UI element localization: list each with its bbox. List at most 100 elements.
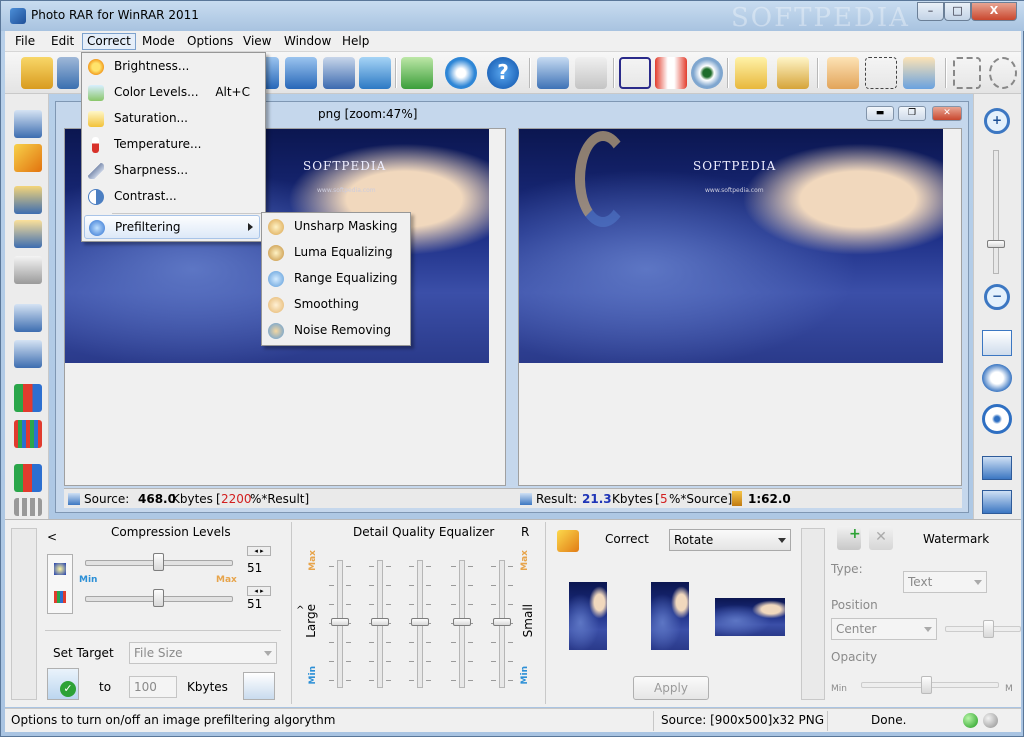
minimize-button[interactable]: –	[917, 2, 944, 21]
menu-mode[interactable]: Mode	[138, 33, 179, 50]
send-mail-icon[interactable]	[401, 57, 433, 89]
image-window-icon[interactable]	[537, 57, 569, 89]
menu-view[interactable]: View	[239, 33, 275, 50]
watermark-position-combo[interactable]: Center	[831, 618, 937, 640]
preview-eye-icon[interactable]	[691, 57, 723, 89]
save-as-icon[interactable]	[285, 57, 317, 89]
equalizer-tick	[346, 661, 351, 662]
equalizer-slider-thumb[interactable]	[411, 617, 429, 626]
submenu-item-noise[interactable]: Noise Removing	[264, 319, 408, 343]
grayscale-icon[interactable]	[14, 256, 42, 284]
equalizer-tick	[369, 642, 374, 643]
apply-target-icon[interactable]: ✓	[47, 668, 79, 700]
submenu-item-unsharp[interactable]: Unsharp Masking	[264, 215, 408, 239]
info-icon[interactable]	[445, 57, 477, 89]
crop-icon[interactable]	[619, 57, 651, 89]
tile-windows-icon[interactable]	[982, 456, 1012, 480]
split-icon[interactable]	[14, 304, 42, 332]
merge-icon[interactable]	[14, 340, 42, 368]
rotate-ccw-thumbnail[interactable]	[569, 582, 607, 650]
menu-options[interactable]: Options	[183, 33, 237, 50]
zoom-out-icon[interactable]: −	[984, 284, 1010, 310]
result-image-pane[interactable]: SOFTPEDIA www.softpedia.com	[518, 128, 962, 486]
compression-mode-icons[interactable]	[47, 554, 73, 614]
bars-gray-icon[interactable]	[14, 498, 42, 516]
menu-item-saturation[interactable]: Saturation...	[84, 107, 260, 131]
doc-close-button[interactable]: ✕	[932, 106, 962, 121]
open-folder-icon[interactable]	[21, 57, 53, 89]
equalizer-slider-thumb[interactable]	[453, 617, 471, 626]
convert-icon[interactable]	[14, 186, 42, 214]
magic-wand-icon[interactable]	[14, 144, 42, 172]
menu-item-color-levels[interactable]: Color Levels... Alt+C	[84, 81, 260, 105]
menu-item-prefiltering[interactable]: Prefiltering	[84, 215, 260, 239]
maximize-button[interactable]: □	[944, 2, 971, 21]
compression-value-1[interactable]: 51	[243, 558, 275, 578]
menu-item-sharpness[interactable]: Sharpness...	[84, 159, 260, 183]
lock-image-icon[interactable]	[14, 220, 42, 248]
collapse-arrow[interactable]: <	[47, 530, 57, 544]
menu-item-temperature[interactable]: Temperature...	[84, 133, 260, 157]
edit-sign-icon[interactable]	[777, 57, 809, 89]
copy-icon[interactable]	[575, 57, 607, 89]
submenu-item-smoothing[interactable]: Smoothing	[264, 293, 408, 317]
zoom-slider-thumb[interactable]	[987, 240, 1005, 248]
equalizer-slider-thumb[interactable]	[331, 617, 349, 626]
export-icon[interactable]	[359, 57, 391, 89]
resize-icon[interactable]	[655, 57, 687, 89]
doc-minimize-button[interactable]: ▬	[866, 106, 894, 121]
compression-value-2[interactable]: 51	[243, 594, 275, 614]
fit-window-icon[interactable]	[982, 330, 1012, 356]
ellipse-select-icon[interactable]	[989, 57, 1017, 89]
doc-restore-button[interactable]: ❐	[898, 106, 926, 121]
position-slider-thumb[interactable]	[983, 620, 994, 638]
compression-slider-2-thumb[interactable]	[153, 589, 164, 607]
rotate-cw-thumbnail[interactable]	[651, 582, 689, 650]
correct-mode-combo[interactable]: Rotate	[669, 529, 791, 551]
compression-slider-1-thumb[interactable]	[153, 553, 164, 571]
equalizer-tick	[491, 680, 496, 681]
menu-correct[interactable]: Correct	[82, 33, 136, 50]
flip-thumbnail[interactable]	[715, 598, 785, 636]
dither-grid-icon[interactable]	[14, 420, 42, 448]
histogram-icon[interactable]	[14, 464, 42, 492]
help-icon[interactable]: ?	[487, 57, 519, 89]
cascade-windows-icon[interactable]	[982, 490, 1012, 514]
target-type-combo[interactable]: File Size	[129, 642, 277, 664]
submenu-item-luma[interactable]: Luma Equalizing	[264, 241, 408, 265]
spin-buttons-1[interactable]: ◂ ▸	[247, 546, 271, 556]
compress-image-icon[interactable]	[14, 110, 42, 138]
target-zoom-icon[interactable]	[982, 404, 1012, 434]
menu-window[interactable]: Window	[280, 33, 335, 50]
actual-size-icon[interactable]	[982, 364, 1012, 392]
close-button[interactable]: X	[971, 2, 1017, 21]
opacity-slider-thumb[interactable]	[921, 676, 932, 694]
color-grid-icon[interactable]	[14, 384, 42, 412]
equalizer-slider-thumb[interactable]	[371, 617, 389, 626]
menu-file[interactable]: File	[11, 33, 39, 50]
remove-watermark-icon[interactable]: ✕	[869, 526, 893, 550]
apply-button[interactable]: Apply	[633, 676, 709, 700]
add-watermark-icon[interactable]: +	[837, 526, 861, 550]
select-arrow-icon[interactable]	[865, 57, 897, 89]
zoom-in-icon[interactable]: +	[984, 108, 1010, 134]
panel-splitter-right[interactable]	[801, 528, 825, 700]
menu-item-contrast[interactable]: Contrast...	[84, 185, 260, 209]
menu-help[interactable]: Help	[338, 33, 373, 50]
pixels-icon[interactable]	[54, 591, 66, 603]
hand-pan-icon[interactable]	[827, 57, 859, 89]
zoom-slider-track[interactable]	[993, 150, 999, 274]
hand-zoom-icon[interactable]	[903, 57, 935, 89]
batch-icon[interactable]	[323, 57, 355, 89]
edit-note-icon[interactable]	[735, 57, 767, 89]
target-value-field[interactable]: 100	[129, 676, 177, 698]
star-icon[interactable]	[54, 563, 66, 575]
target-resize-icon[interactable]	[243, 672, 275, 700]
equalizer-slider-thumb[interactable]	[493, 617, 511, 626]
compress-icon[interactable]	[57, 57, 79, 89]
menu-edit[interactable]: Edit	[47, 33, 78, 50]
submenu-item-range[interactable]: Range Equalizing	[264, 267, 408, 291]
rect-select-icon[interactable]	[953, 57, 981, 89]
panel-splitter-left[interactable]	[11, 528, 37, 700]
menu-item-brightness[interactable]: Brightness...	[84, 55, 260, 79]
